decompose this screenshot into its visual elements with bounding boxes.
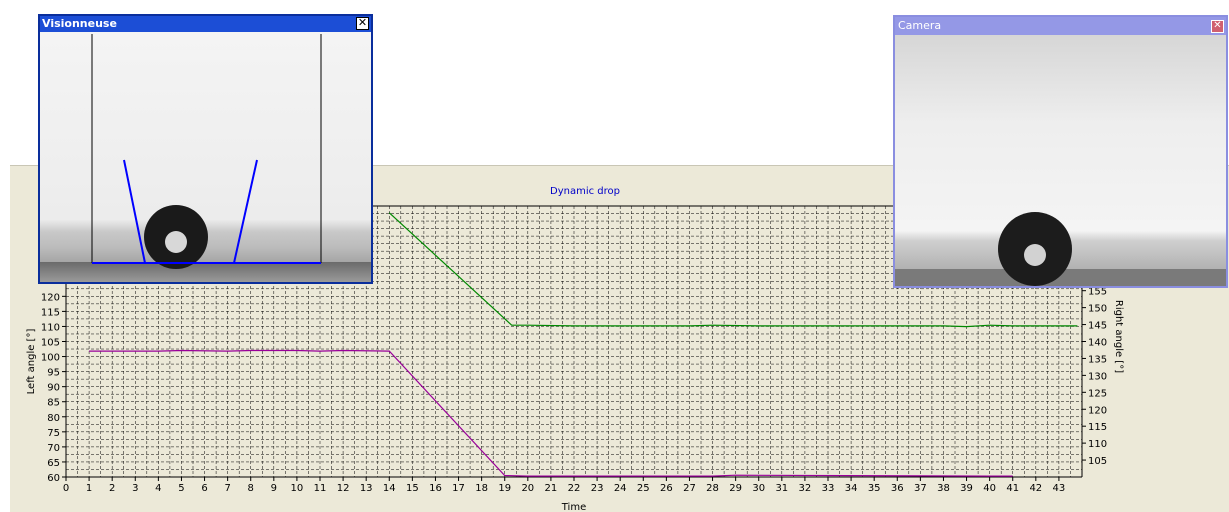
- x-tick-label: 39: [960, 483, 973, 494]
- close-icon: ✕: [357, 16, 368, 29]
- viewer-titlebar[interactable]: Visionneuse ✕: [40, 16, 371, 32]
- viewer-image: [40, 32, 371, 282]
- left-tick-label: 70: [47, 443, 60, 454]
- x-tick-label: 28: [706, 483, 719, 494]
- right-tick-label: 125: [1088, 388, 1107, 399]
- x-tick-label: 42: [1029, 483, 1042, 494]
- right-tick-label: 110: [1088, 439, 1107, 450]
- x-tick-label: 1: [86, 483, 92, 494]
- x-tick-label: 16: [429, 483, 442, 494]
- right-tick-label: 130: [1088, 371, 1107, 382]
- x-tick-label: 5: [178, 483, 184, 494]
- x-tick-label: 15: [406, 483, 419, 494]
- x-tick-label: 21: [545, 483, 558, 494]
- viewer-close-button[interactable]: ✕: [356, 17, 369, 30]
- viewer-drop-image: [40, 32, 371, 282]
- viewer-window[interactable]: Visionneuse ✕: [38, 14, 373, 284]
- right-tick-label: 155: [1088, 287, 1107, 298]
- left-tick-label: 60: [47, 473, 60, 484]
- left-tick-label: 90: [47, 383, 60, 394]
- right-tick-label: 150: [1088, 304, 1107, 315]
- left-tick-label: 105: [41, 338, 60, 349]
- left-tick-label: 85: [47, 398, 60, 409]
- x-tick-label: 14: [383, 483, 396, 494]
- camera-close-button[interactable]: ✕: [1211, 20, 1224, 33]
- x-tick-label: 37: [914, 483, 927, 494]
- x-tick-label: 20: [521, 483, 534, 494]
- x-tick-label: 24: [614, 483, 627, 494]
- x-tick-label: 40: [983, 483, 996, 494]
- x-tick-label: 4: [155, 483, 161, 494]
- camera-image: [895, 35, 1226, 286]
- right-tick-label: 135: [1088, 354, 1107, 365]
- x-tick-label: 38: [937, 483, 950, 494]
- left-tick-label: 65: [47, 458, 60, 469]
- left-tick-label: 100: [41, 353, 60, 364]
- x-tick-label: 35: [868, 483, 881, 494]
- viewer-title: Visionneuse: [42, 17, 117, 30]
- x-tick-label: 6: [201, 483, 207, 494]
- left-tick-label: 110: [41, 322, 60, 333]
- x-tick-label: 26: [660, 483, 673, 494]
- x-tick-label: 0: [63, 483, 69, 494]
- x-tick-label: 41: [1006, 483, 1019, 494]
- x-tick-label: 9: [271, 483, 277, 494]
- x-tick-label: 11: [314, 483, 327, 494]
- left-tick-label: 95: [47, 368, 60, 379]
- close-icon: ✕: [1213, 20, 1222, 31]
- x-tick-label: 33: [822, 483, 835, 494]
- x-tick-label: 3: [132, 483, 138, 494]
- right-tick-label: 145: [1088, 321, 1107, 332]
- right-tick-label: 105: [1088, 456, 1107, 467]
- x-tick-label: 29: [729, 483, 742, 494]
- camera-window[interactable]: Camera ✕: [893, 15, 1228, 288]
- x-tick-label: 12: [337, 483, 350, 494]
- right-axis-title: Right angle [°]: [1113, 300, 1124, 373]
- x-tick-label: 43: [1053, 483, 1066, 494]
- chart-title: Dynamic drop: [550, 186, 620, 197]
- x-tick-label: 23: [591, 483, 604, 494]
- left-tick-label: 115: [41, 307, 60, 318]
- left-axis-title: Left angle [°]: [26, 329, 37, 395]
- right-tick-label: 140: [1088, 338, 1107, 349]
- right-tick-label: 120: [1088, 405, 1107, 416]
- camera-drop-image: [895, 35, 1226, 286]
- x-tick-label: 36: [891, 483, 904, 494]
- x-tick-label: 31: [775, 483, 788, 494]
- x-tick-label: 25: [637, 483, 650, 494]
- x-tick-label: 2: [109, 483, 115, 494]
- camera-titlebar[interactable]: Camera ✕: [895, 17, 1226, 35]
- x-tick-label: 34: [845, 483, 858, 494]
- left-tick-label: 75: [47, 428, 60, 439]
- x-tick-label: 13: [360, 483, 373, 494]
- x-tick-label: 22: [568, 483, 581, 494]
- x-tick-label: 30: [752, 483, 765, 494]
- camera-title: Camera: [898, 19, 942, 32]
- x-tick-label: 10: [291, 483, 304, 494]
- x-tick-label: 17: [452, 483, 465, 494]
- x-tick-label: 19: [498, 483, 511, 494]
- left-tick-label: 120: [41, 292, 60, 303]
- x-tick-label: 18: [475, 483, 488, 494]
- x-tick-label: 27: [683, 483, 696, 494]
- x-tick-label: 32: [799, 483, 812, 494]
- left-tick-label: 80: [47, 413, 60, 424]
- x-tick-label: 8: [248, 483, 254, 494]
- right-tick-label: 115: [1088, 422, 1107, 433]
- x-tick-label: 7: [224, 483, 230, 494]
